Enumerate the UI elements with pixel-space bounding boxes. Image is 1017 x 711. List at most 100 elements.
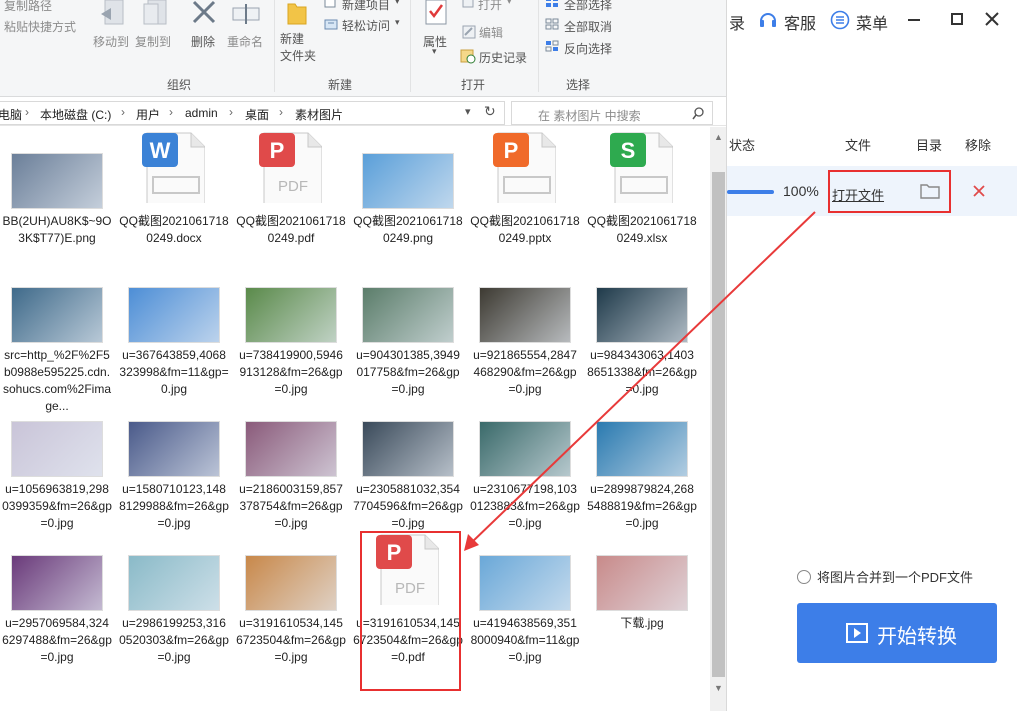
file-name: QQ截图20210617180249.pdf <box>236 214 346 245</box>
file-item-image[interactable]: u=984343063,14038651338&fm=26&gp=0.jpg <box>587 265 697 397</box>
select-none-button[interactable]: 全部取消 <box>564 18 612 35</box>
file-item-image[interactable]: u=3191610534,1456723504&fm=26&gp=0.jpg <box>236 533 346 665</box>
invert-selection-icon <box>545 40 559 52</box>
file-item-image[interactable]: u=1580710123,1488129988&fm=26&gp=0.jpg <box>119 399 229 531</box>
history-button[interactable]: 历史记录 <box>479 49 527 66</box>
new-item-dropdown-icon[interactable]: ▾ <box>395 0 400 7</box>
highlight-box-pdf-file <box>360 531 461 691</box>
copy-path-button[interactable]: 复制路径 <box>4 0 52 14</box>
rename-button[interactable]: 重命名 <box>227 33 263 50</box>
open-icon <box>462 0 474 8</box>
image-thumbnail <box>128 421 220 477</box>
image-thumbnail <box>11 287 103 343</box>
move-to-button[interactable]: 移动到 <box>93 33 129 50</box>
progress-percent: 100% <box>783 183 819 199</box>
remove-icon[interactable] <box>973 185 985 197</box>
close-icon[interactable] <box>985 12 999 26</box>
delete-icon <box>192 0 216 24</box>
open-button[interactable]: 打开 <box>478 0 502 13</box>
search-icon <box>692 107 704 120</box>
copy-to-button[interactable]: 复制到 <box>135 33 171 50</box>
properties-icon <box>425 0 447 25</box>
open-dropdown-icon[interactable]: ▾ <box>507 0 512 7</box>
new-folder-button[interactable]: 新建 文件夹 <box>280 31 316 65</box>
scrollbar-thumb[interactable] <box>712 172 725 677</box>
image-thumbnail <box>479 555 571 611</box>
file-item-image[interactable]: u=1056963819,2980399359&fm=26&gp=0.jpg <box>2 399 112 531</box>
customer-service-button[interactable]: 客服 <box>784 10 816 34</box>
file-item-pdf[interactable]: P PDF QQ截图20210617180249.pdf <box>236 131 346 263</box>
image-thumbnail <box>245 287 337 343</box>
scroll-down-icon[interactable]: ▼ <box>714 683 723 693</box>
highlight-box-open-file <box>828 170 951 213</box>
image-thumbnail <box>596 555 688 611</box>
file-item-image[interactable]: u=367643859,4068323998&fm=11&gp=0.jpg <box>119 265 229 397</box>
image-thumbnail <box>362 287 454 343</box>
file-name: u=984343063,14038651338&fm=26&gp=0.jpg <box>587 348 697 396</box>
file-name: u=1580710123,1488129988&fm=26&gp=0.jpg <box>119 482 229 530</box>
file-item-image[interactable]: u=2957069584,3246297488&fm=26&gp=0.jpg <box>2 533 112 665</box>
select-all-button[interactable]: 全部选择 <box>564 0 612 13</box>
properties-dropdown-icon[interactable]: ▾ <box>432 46 437 57</box>
maximize-icon[interactable] <box>951 13 963 25</box>
image-thumbnail <box>11 555 103 611</box>
file-item-image[interactable]: u=2186003159,857378754&fm=26&gp=0.jpg <box>236 399 346 531</box>
file-name: u=1056963819,2980399359&fm=26&gp=0.jpg <box>2 482 112 530</box>
vertical-scrollbar[interactable]: ▲ ▼ <box>710 127 726 711</box>
easy-access-button[interactable]: 轻松访问 <box>342 17 390 34</box>
file-item-pptx[interactable]: P QQ截图20210617180249.pptx <box>470 131 580 263</box>
search-input[interactable]: 在 素材图片 中搜索 <box>511 101 713 125</box>
image-thumbnail <box>11 153 103 209</box>
image-thumbnail <box>596 421 688 477</box>
file-item-docx[interactable]: W QQ截图20210617180249.docx <box>119 131 229 263</box>
image-thumbnail <box>11 421 103 477</box>
file-name: QQ截图20210617180249.xlsx <box>587 214 697 245</box>
file-item-image[interactable]: u=2986199253,3160520303&fm=26&gp=0.jpg <box>119 533 229 665</box>
file-item-image[interactable]: BB(2UH)AU8K$~9O3K$T77)E.png <box>2 131 112 263</box>
new-item-button[interactable]: 新建项目 <box>342 0 390 13</box>
menu-button[interactable]: 菜单 <box>856 10 888 34</box>
file-item-image[interactable]: u=904301385,3949017758&fm=26&gp=0.jpg <box>353 265 463 397</box>
login-button[interactable]: 录 <box>729 10 745 34</box>
file-item-image[interactable]: u=2305881032,3547704596&fm=26&gp=0.jpg <box>353 399 463 531</box>
merge-radio[interactable] <box>797 570 811 584</box>
svg-text:P: P <box>504 138 519 163</box>
paste-shortcut-button[interactable]: 粘贴快捷方式 <box>4 18 76 35</box>
start-convert-label: 开始转换 <box>877 626 957 648</box>
edit-icon <box>462 25 476 39</box>
image-thumbnail <box>479 287 571 343</box>
new-item-icon <box>324 0 336 8</box>
file-item-image[interactable]: u=921865554,2847468290&fm=26&gp=0.jpg <box>470 265 580 397</box>
menu-icon <box>830 10 850 30</box>
image-thumbnail <box>128 555 220 611</box>
invert-selection-button[interactable]: 反向选择 <box>564 40 612 57</box>
minimize-icon[interactable] <box>908 19 920 21</box>
delete-button[interactable]: 删除 <box>191 33 215 50</box>
edit-button[interactable]: 编辑 <box>479 24 503 41</box>
progress-bar <box>727 190 774 194</box>
search-placeholder: 在 素材图片 中搜索 <box>538 109 641 123</box>
column-status: 状态 <box>729 138 756 153</box>
file-item-image[interactable]: u=738419900,5946913128&fm=26&gp=0.jpg <box>236 265 346 397</box>
merge-pdf-option[interactable]: 将图片合并到一个PDF文件 <box>797 567 973 586</box>
file-item-image[interactable]: u=2310677198,1030123883&fm=26&gp=0.jpg <box>470 399 580 531</box>
pptx-file-icon: P <box>493 132 556 203</box>
file-item-xlsx[interactable]: S QQ截图20210617180249.xlsx <box>587 131 697 263</box>
select-all-icon <box>546 0 558 7</box>
scroll-up-icon[interactable]: ▲ <box>714 132 723 142</box>
copy-to-icon <box>143 0 167 25</box>
file-item-image[interactable]: u=4194638569,3518000940&fm=11&gp=0.jpg <box>470 533 580 665</box>
image-thumbnail <box>362 421 454 477</box>
file-item-image[interactable]: u=2899879824,2685488819&fm=26&gp=0.jpg <box>587 399 697 531</box>
file-item-image[interactable]: src=http_%2F%2F5b0988e595225.cdn.sohucs.… <box>2 265 112 413</box>
xlsx-file-icon: S <box>610 132 673 203</box>
start-convert-button[interactable]: 开始转换 <box>797 603 997 663</box>
image-thumbnail <box>596 287 688 343</box>
easy-access-icon <box>324 19 338 30</box>
file-name: u=2186003159,857378754&fm=26&gp=0.jpg <box>239 482 343 530</box>
pdf-file-icon: P PDF <box>259 132 322 203</box>
file-item-image[interactable]: 下载.jpg <box>587 533 697 665</box>
file-name: QQ截图20210617180249.docx <box>119 214 229 245</box>
file-item-image[interactable]: QQ截图20210617180249.png <box>353 131 463 263</box>
easy-access-dropdown-icon[interactable]: ▾ <box>395 17 400 28</box>
